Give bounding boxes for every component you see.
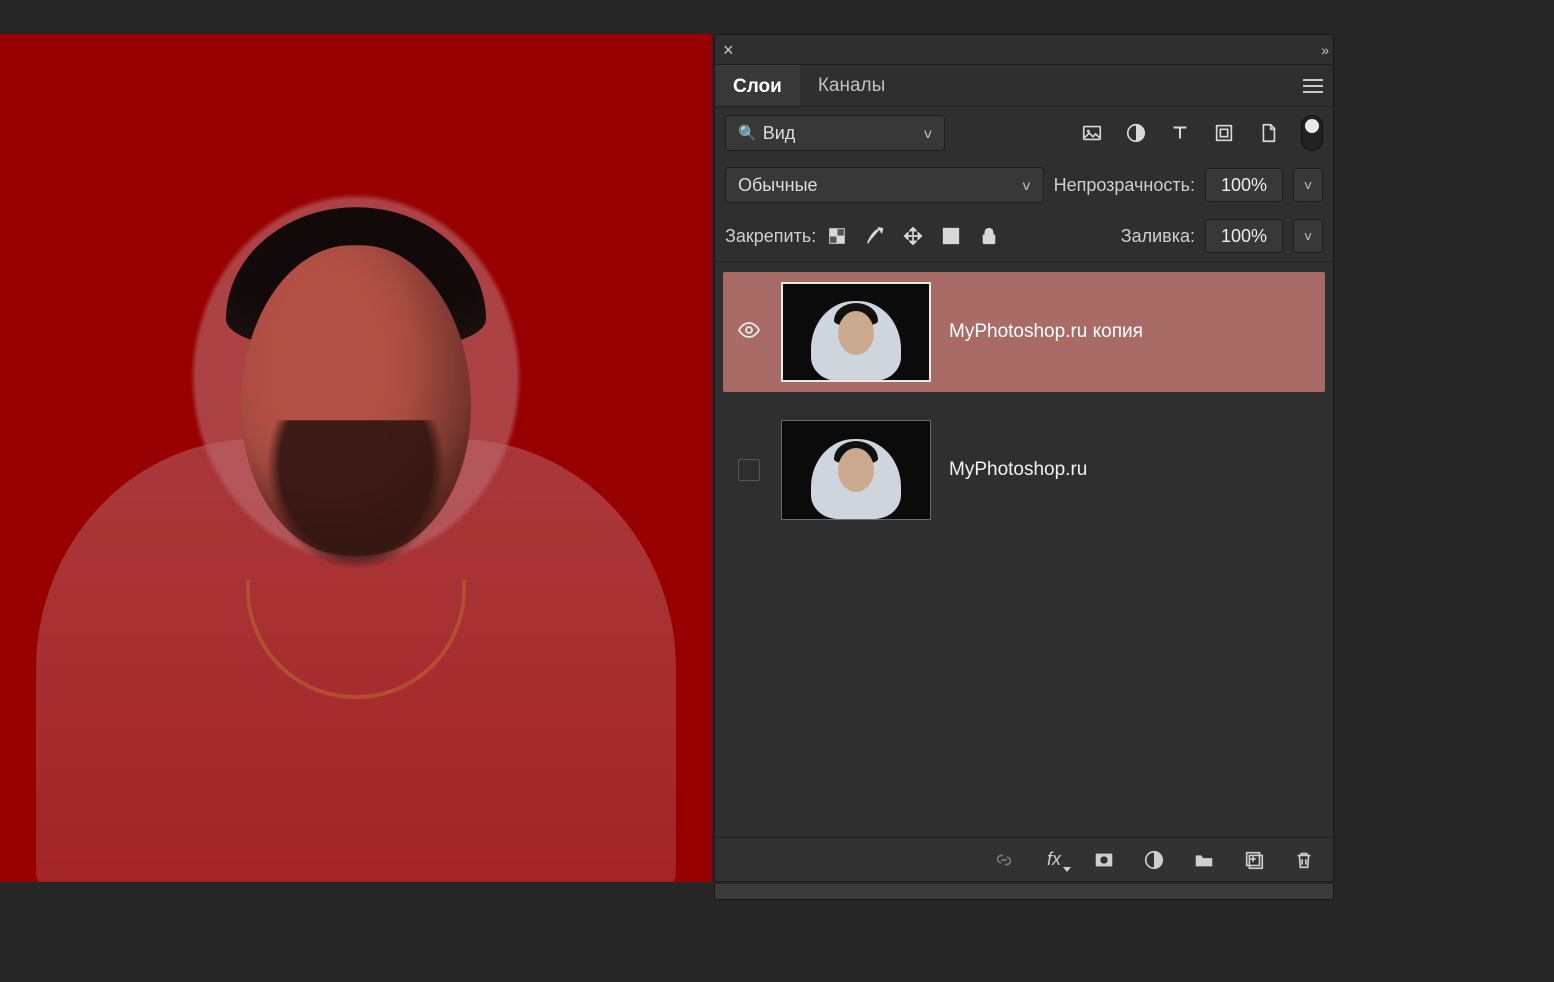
opacity-input[interactable]: 100% <box>1205 168 1283 202</box>
delete-layer-icon[interactable] <box>1293 849 1315 871</box>
panel-titlebar: × » <box>715 35 1333 65</box>
opacity-chevron[interactable]: ⅴ <box>1293 168 1323 202</box>
blend-row: Обычные ⅴ Непрозрачность: 100% ⅴ <box>715 159 1333 211</box>
filter-adjustment-icon[interactable] <box>1125 122 1147 144</box>
filter-type-label: Вид <box>763 123 796 144</box>
tab-layers[interactable]: Слои <box>715 65 800 106</box>
filter-row: 🔍 Вид ⅴ <box>715 107 1333 159</box>
fill-label: Заливка: <box>1121 226 1195 247</box>
fill-chevron[interactable]: ⅴ <box>1293 219 1323 253</box>
fill-input[interactable]: 100% <box>1205 219 1283 253</box>
link-layers-icon[interactable] <box>993 849 1015 871</box>
panel-tabs: Слои Каналы <box>715 65 1333 107</box>
blend-mode-select[interactable]: Обычные ⅴ <box>725 167 1044 203</box>
filter-pixel-icon[interactable] <box>1081 122 1103 144</box>
chevron-down-icon: ⅴ <box>1022 177 1030 194</box>
close-icon[interactable]: × <box>723 41 734 59</box>
filter-smartobject-icon[interactable] <box>1257 122 1279 144</box>
lock-all-icon[interactable] <box>978 225 1000 247</box>
collapse-icon[interactable]: » <box>1321 42 1325 58</box>
visibility-empty-icon[interactable] <box>738 459 760 481</box>
tab-channels[interactable]: Каналы <box>800 65 903 106</box>
layers-footer: fx <box>715 837 1333 881</box>
layer-name[interactable]: MyPhotoshop.ru <box>949 459 1087 481</box>
lock-pixels-icon[interactable] <box>864 225 886 247</box>
new-layer-icon[interactable] <box>1243 849 1265 871</box>
layer-row[interactable]: MyPhotoshop.ru <box>723 410 1325 530</box>
lock-position-icon[interactable] <box>902 225 924 247</box>
layer-filter-type-select[interactable]: 🔍 Вид ⅴ <box>725 115 945 151</box>
visibility-eye-icon[interactable] <box>737 318 761 347</box>
quick-mask-overlay <box>0 34 712 882</box>
panel-resize-strip[interactable] <box>714 884 1334 900</box>
blend-mode-value: Обычные <box>738 175 818 196</box>
layers-list: MyPhotoshop.ru копия MyPhotoshop.ru <box>715 262 1333 837</box>
layer-name[interactable]: MyPhotoshop.ru копия <box>949 321 1143 343</box>
new-group-icon[interactable] <box>1193 849 1215 871</box>
lock-row: Закрепить: Заливка: 100% ⅴ <box>715 211 1333 262</box>
layer-row[interactable]: MyPhotoshop.ru копия <box>723 272 1325 392</box>
fx-icon: fx <box>1047 849 1061 870</box>
add-mask-icon[interactable] <box>1093 849 1115 871</box>
document-canvas[interactable] <box>0 34 712 882</box>
add-adjustment-icon[interactable] <box>1143 849 1165 871</box>
hamburger-icon <box>1303 85 1323 87</box>
filter-shape-icon[interactable] <box>1213 122 1235 144</box>
lock-artboard-icon[interactable] <box>940 225 962 247</box>
lock-label: Закрепить: <box>725 226 816 247</box>
filter-type-icon[interactable] <box>1169 122 1191 144</box>
layers-panel: × » Слои Каналы 🔍 Вид ⅴ <box>714 34 1334 882</box>
lock-transparency-icon[interactable] <box>826 225 848 247</box>
layer-thumbnail[interactable] <box>781 420 931 520</box>
opacity-label: Непрозрачность: <box>1054 175 1195 196</box>
search-icon: 🔍 <box>738 124 757 142</box>
workspace: × » Слои Каналы 🔍 Вид ⅴ <box>0 0 1554 982</box>
chevron-down-icon: ⅴ <box>924 125 932 142</box>
layer-effects-button[interactable]: fx <box>1043 849 1065 871</box>
panel-menu-button[interactable] <box>1293 65 1333 106</box>
layer-thumbnail[interactable] <box>781 282 931 382</box>
filter-toggle[interactable] <box>1301 115 1323 151</box>
